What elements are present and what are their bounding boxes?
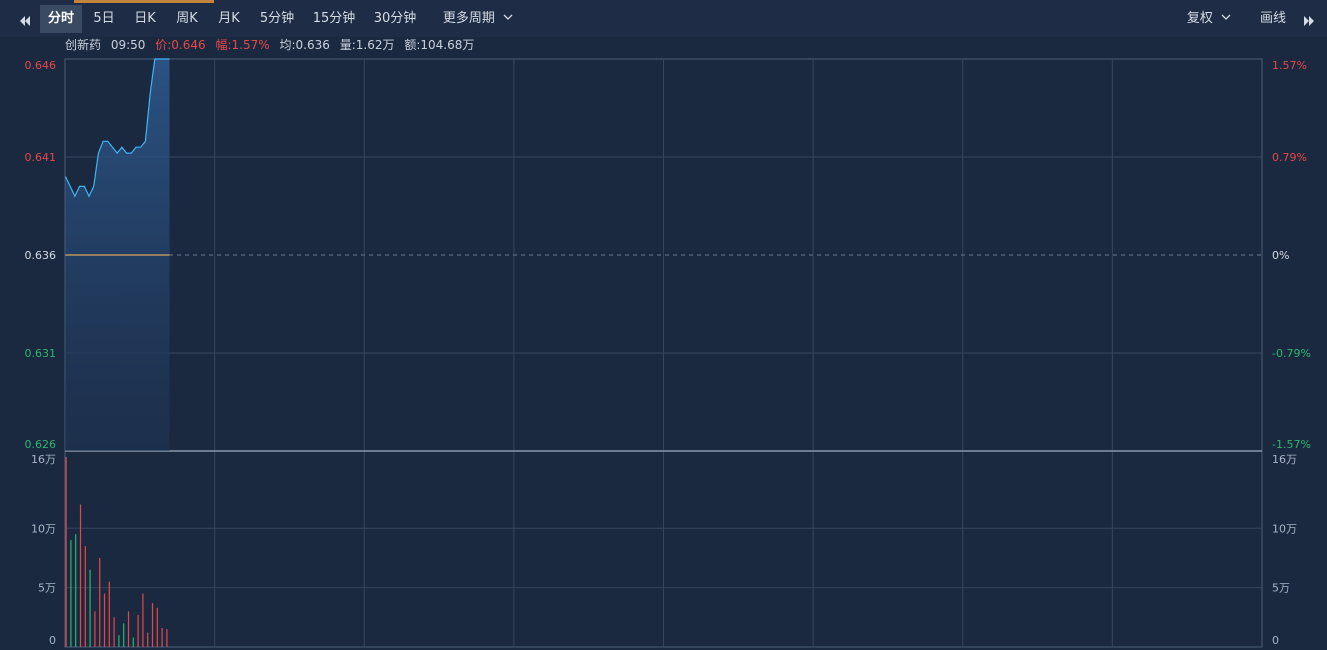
volume-axis-tick-label: 16万: [1272, 453, 1297, 466]
volume-bar: [79, 504, 82, 647]
volume-bar: [113, 617, 115, 647]
percent-axis-tick-label: -0.79%: [1272, 347, 1311, 360]
intraday-chart[interactable]: 0.646 1.57% 0.641 0.79% 0.636 0% 0.631 -0.79% 0.…: [0, 0, 1327, 650]
percent-axis-tick-label: -1.57%: [1272, 438, 1311, 451]
percent-axis-tick-label: 1.57%: [1272, 59, 1307, 72]
volume-bar: [103, 593, 106, 647]
volume-bar: [89, 569, 91, 647]
volume-bar: [84, 546, 86, 647]
percent-axis-tick-label: 0%: [1272, 249, 1289, 262]
volume-bar: [156, 607, 158, 647]
volume-bar: [161, 628, 163, 647]
volume-bar: [70, 540, 72, 647]
volume-axis-tick-label: 10万: [31, 522, 56, 535]
volume-bar: [147, 632, 149, 648]
volume-bar: [132, 637, 134, 647]
volume-bar: [75, 534, 77, 647]
volume-bar: [65, 457, 67, 647]
volume-axis-tick-label: 10万: [1272, 522, 1297, 535]
percent-axis-tick-label: 0.79%: [1272, 151, 1307, 164]
volume-bar: [108, 581, 110, 647]
volume-bar: [127, 611, 130, 647]
volume-bar: [99, 557, 101, 647]
volume-axis-tick-label: 5万: [38, 582, 56, 595]
volume-bar: [123, 623, 125, 648]
price-axis-tick-label: 0.641: [25, 151, 57, 164]
volume-axis-tick-label: 5万: [1272, 582, 1290, 595]
price-axis-tick-label: 0.646: [25, 59, 57, 72]
volume-bar: [151, 603, 154, 647]
volume-bar: [137, 614, 139, 647]
volume-axis-tick-label: 16万: [31, 453, 56, 466]
price-axis-tick-label: 0.626: [25, 438, 57, 451]
volume-axis-tick-label: 0: [49, 634, 56, 647]
volume-bar: [94, 611, 96, 647]
volume-axis-tick-label: 0: [1272, 634, 1279, 647]
volume-bar: [166, 629, 168, 647]
volume-bar: [118, 635, 120, 647]
price-axis-tick-label: 0.631: [25, 347, 57, 360]
price-axis-tick-label: 0.636: [25, 249, 57, 262]
volume-bar: [142, 593, 144, 647]
